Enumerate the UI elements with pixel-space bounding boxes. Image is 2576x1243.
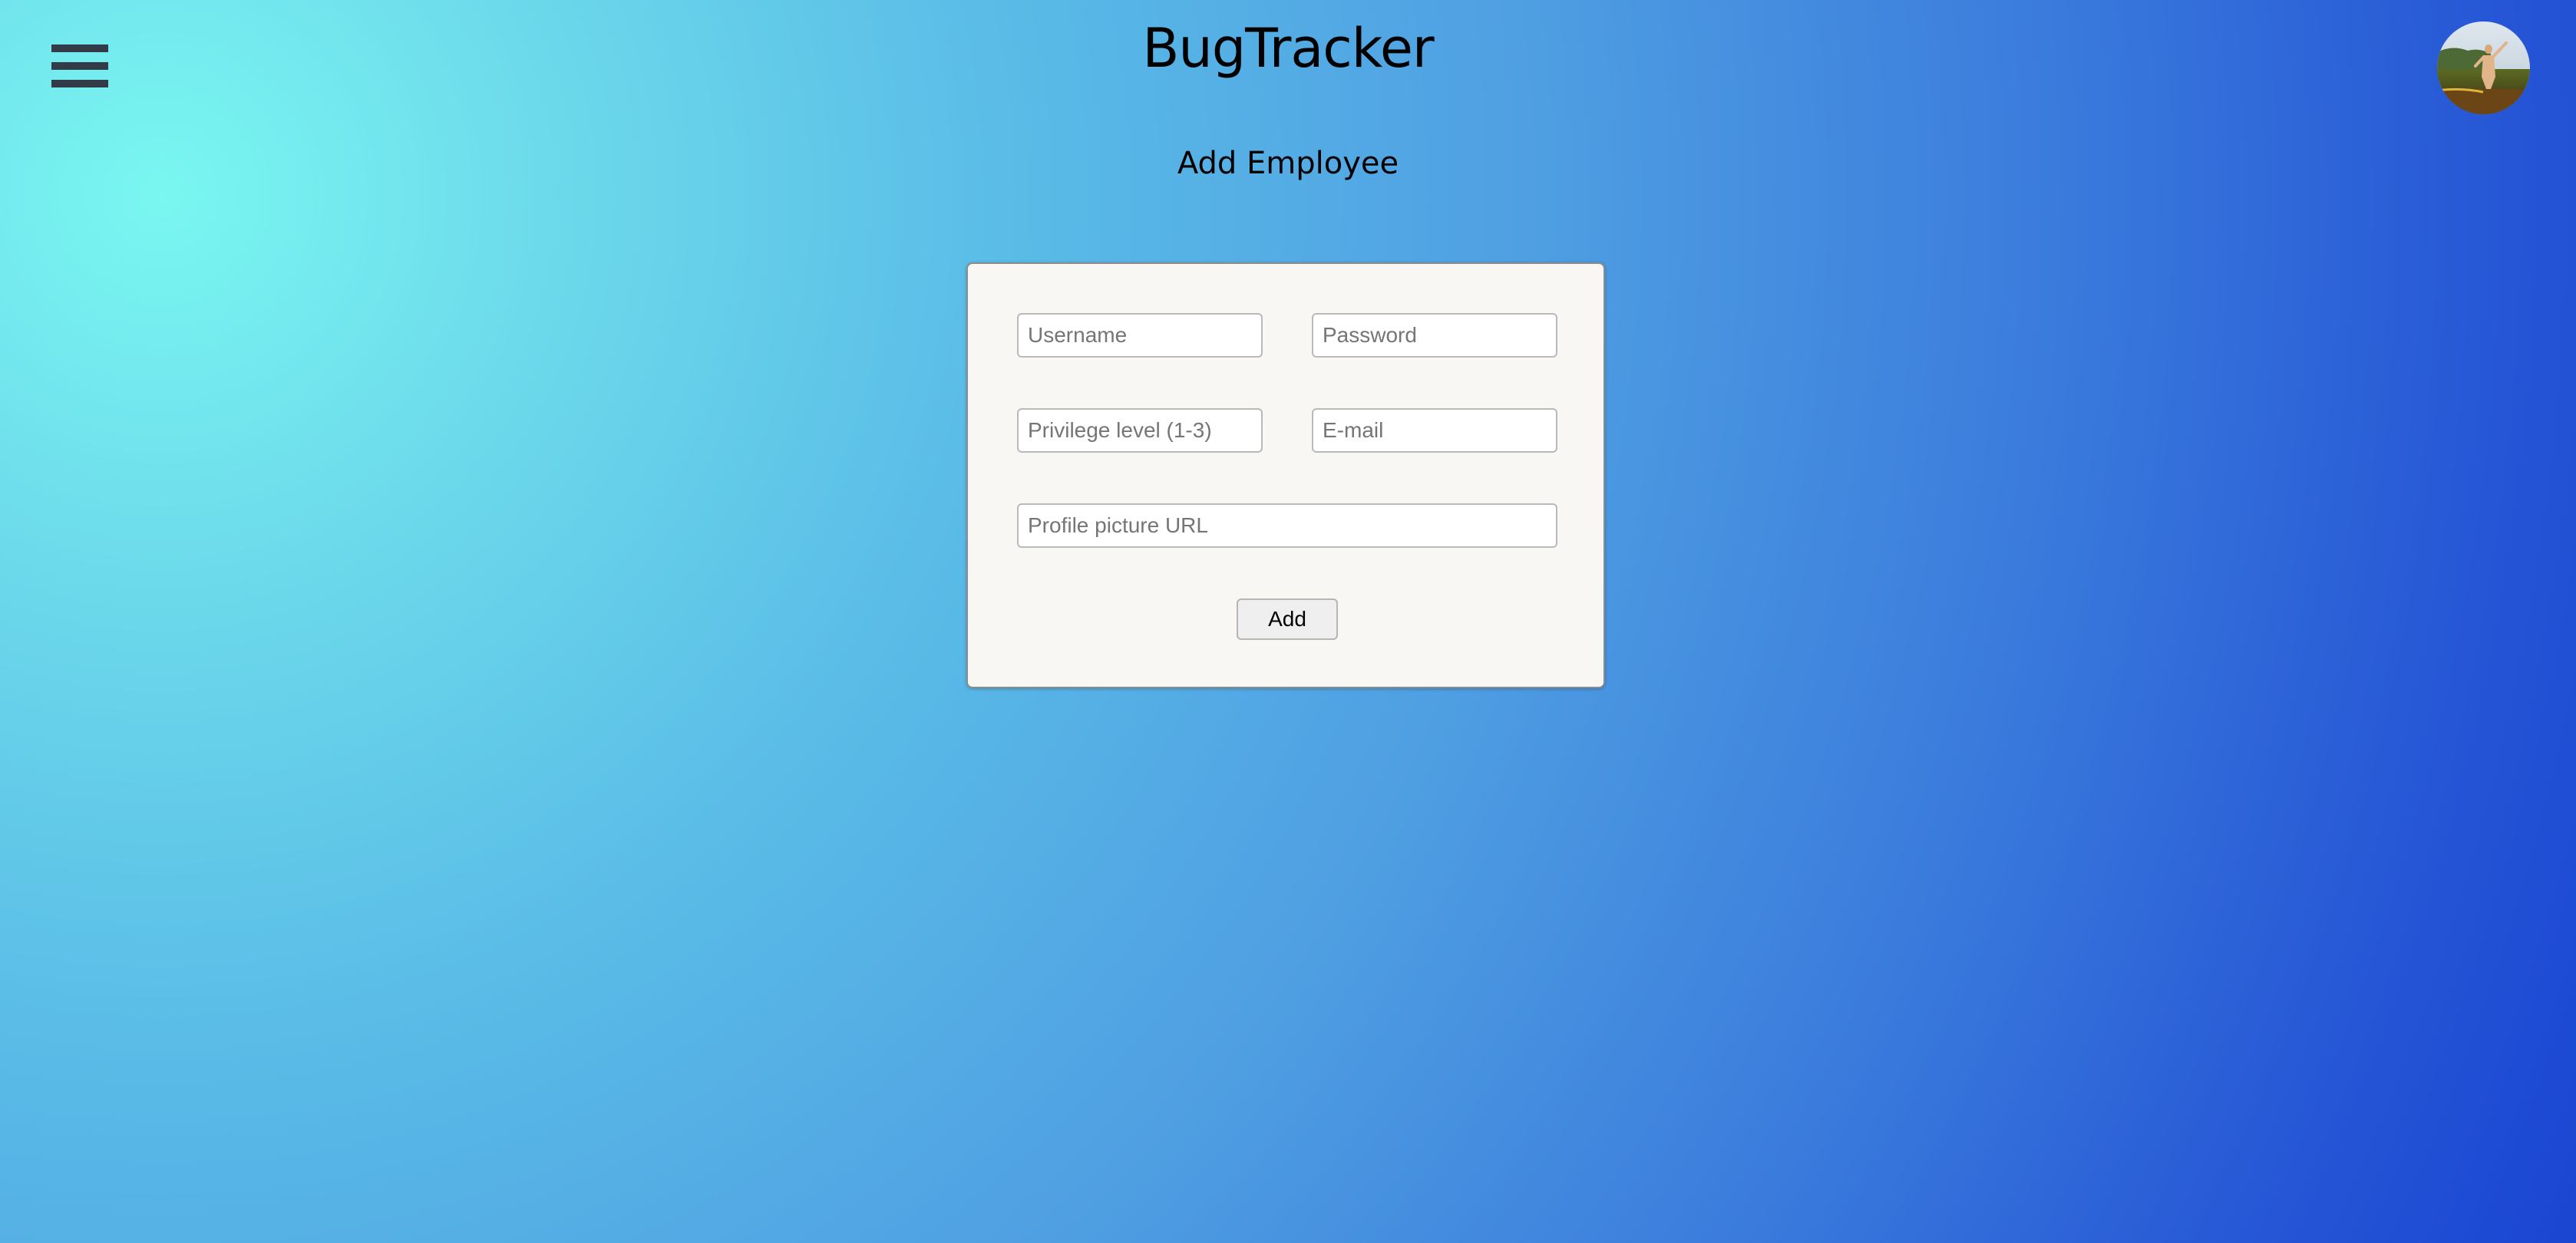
add-employee-form: Add — [966, 262, 1605, 688]
profile-picture-url-input[interactable] — [1017, 503, 1557, 548]
page-heading: Add Employee — [1177, 146, 1399, 181]
privilege-level-input[interactable] — [1017, 408, 1263, 453]
menu-bar-bottom — [51, 80, 108, 87]
email-input[interactable] — [1312, 408, 1557, 453]
username-input[interactable] — [1017, 313, 1263, 358]
add-button[interactable]: Add — [1237, 598, 1338, 640]
app-title: BugTracker — [1142, 17, 1434, 80]
user-avatar[interactable] — [2437, 21, 2530, 114]
avatar-image — [2437, 21, 2530, 114]
password-input[interactable] — [1312, 313, 1557, 358]
